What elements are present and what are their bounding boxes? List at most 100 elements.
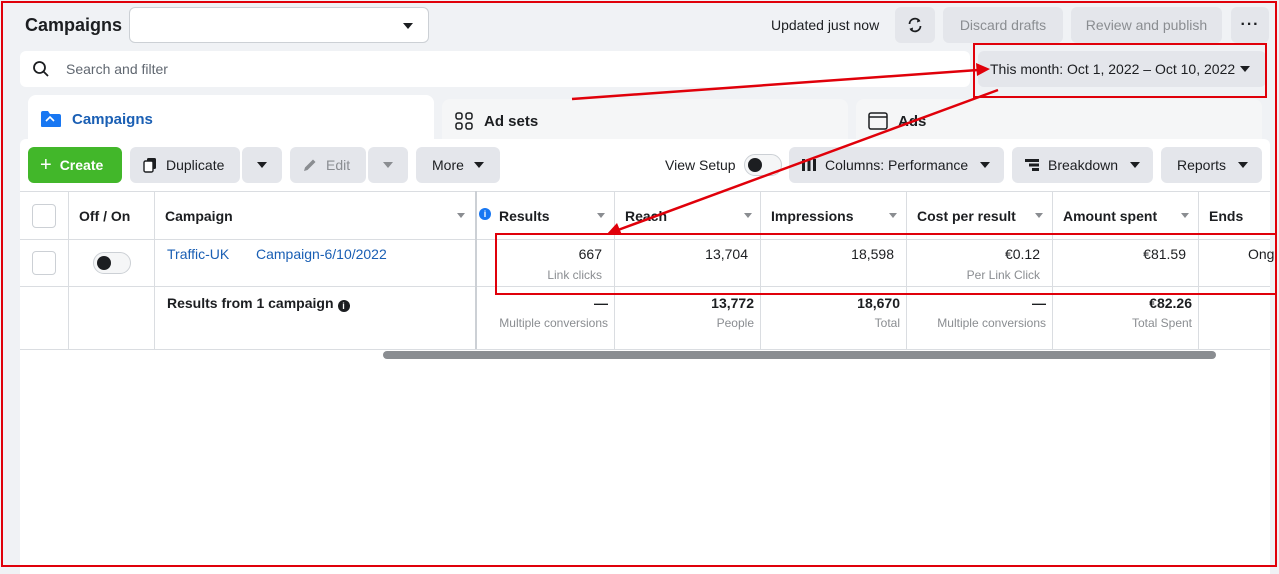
sort-caret-icon[interactable] [889,213,897,218]
grid-icon [454,111,474,131]
tab-ad-sets[interactable]: Ad sets [442,99,848,143]
info-icon[interactable]: i [479,208,491,220]
more-button[interactable]: More [416,147,500,183]
duplicate-dropdown-button[interactable] [242,147,282,183]
view-setup: View Setup [665,147,785,183]
col-divider [154,191,155,349]
chevron-down-icon [980,162,991,168]
search-icon [33,61,49,77]
plus-icon: + [40,154,52,176]
campaign-sub-link[interactable]: Campaign-6/10/2022 [256,246,387,262]
summary-results-sub: Multiple conversions [499,316,608,330]
header-campaign[interactable]: Campaign [165,208,233,224]
search-input[interactable] [66,51,946,87]
tab-ads[interactable]: Ads [856,99,1262,143]
horizontal-scrollbar[interactable] [383,351,1216,359]
table-top-border [20,191,1270,192]
chevron-down-icon [403,23,413,29]
duplicate-button[interactable]: Duplicate [130,147,240,183]
edit-button[interactable]: Edit [290,147,366,183]
header-off-on[interactable]: Off / On [79,208,130,224]
header-results[interactable]: Results [499,208,550,224]
summary-amount-spent: €82.26 [1149,295,1192,311]
header-amount-spent[interactable]: Amount spent [1063,208,1157,224]
summary-label: Results from 1 campaign i [167,295,350,312]
ad-icon [868,112,888,130]
col-divider [614,191,615,349]
summary-cost-per-result: — [1032,295,1046,311]
columns-button[interactable]: Columns: Performance [789,147,1004,183]
duplicate-label: Duplicate [166,157,225,173]
frozen-col-divider [475,191,477,349]
header-impressions[interactable]: Impressions [771,208,853,224]
row-divider [20,286,1270,287]
toggle-knob [747,158,762,172]
sort-caret-icon[interactable] [597,213,605,218]
tab-campaigns-label: Campaigns [72,110,153,128]
folder-icon [40,110,62,128]
view-setup-toggle[interactable] [743,154,782,176]
create-label: Create [59,157,104,173]
updated-status: Updated just now [771,17,880,33]
sort-caret-icon[interactable] [744,213,752,218]
chevron-down-icon [473,162,484,168]
summary-reach-sub: People [716,316,754,330]
columns-label: Columns: Performance [825,157,969,173]
view-setup-label: View Setup [665,157,736,173]
pencil-icon [302,157,318,173]
discard-drafts-button[interactable]: Discard drafts [943,7,1063,43]
header-ends[interactable]: Ends [1209,208,1243,224]
more-options-button[interactable]: ··· [1231,7,1269,43]
campaign-toggle[interactable] [93,252,131,274]
sort-caret-icon[interactable] [1035,213,1043,218]
summary-label-text: Results from 1 campaign [167,295,334,311]
tab-campaigns[interactable]: Campaigns [28,95,434,143]
refresh-icon [908,17,922,33]
summary-reach: 13,772 [711,295,754,311]
summary-impressions: 18,670 [857,295,900,311]
row-checkbox[interactable] [32,251,56,275]
sort-caret-icon[interactable] [1181,213,1189,218]
chevron-down-icon [1130,162,1141,168]
col-divider [906,191,907,349]
summary-impressions-sub: Total [874,316,900,330]
select-all-checkbox[interactable] [32,204,56,228]
reports-button[interactable]: Reports [1161,147,1262,183]
summary-cost-sub: Multiple conversions [937,316,1046,330]
sort-caret-icon[interactable] [457,213,465,218]
tab-ad-sets-label: Ad sets [484,112,539,130]
breakdown-button[interactable]: Breakdown [1012,147,1153,183]
header-reach[interactable]: Reach [625,208,667,224]
col-divider [1052,191,1053,349]
duplicate-icon [142,157,158,173]
columns-icon [801,158,817,172]
edit-dropdown-button[interactable] [368,147,408,183]
campaign-name-link[interactable]: Traffic-UK [167,246,229,262]
col-divider [1198,191,1199,349]
info-icon[interactable]: i [337,300,350,312]
chevron-down-icon [383,162,393,168]
account-select[interactable] [129,7,429,43]
chevron-down-icon [1238,162,1249,168]
date-range-label: This month: Oct 1, 2022 – Oct 10, 2022 [990,61,1236,77]
date-range-picker[interactable]: This month: Oct 1, 2022 – Oct 10, 2022 [978,51,1266,87]
chevron-down-icon [257,162,267,168]
row-results: 667 [578,246,602,262]
more-dots-icon: ··· [1240,16,1260,33]
create-button[interactable]: + Create [28,147,122,183]
chevron-down-icon [1240,66,1250,72]
breakdown-icon [1024,158,1040,172]
row-results-sub: Link clicks [547,268,602,282]
breakdown-label: Breakdown [1048,157,1119,173]
header-cost-per-result[interactable]: Cost per result [917,208,1016,224]
toggle-knob [97,256,111,270]
review-publish-button[interactable]: Review and publish [1071,7,1222,43]
reports-label: Reports [1177,157,1227,173]
refresh-button[interactable] [895,7,935,43]
search-box [20,51,970,87]
more-label: More [432,157,464,173]
header-divider [20,239,1270,240]
summary-amount-sub: Total Spent [1131,316,1192,330]
tab-ads-label: Ads [898,112,927,130]
summary-results: — [594,295,608,311]
